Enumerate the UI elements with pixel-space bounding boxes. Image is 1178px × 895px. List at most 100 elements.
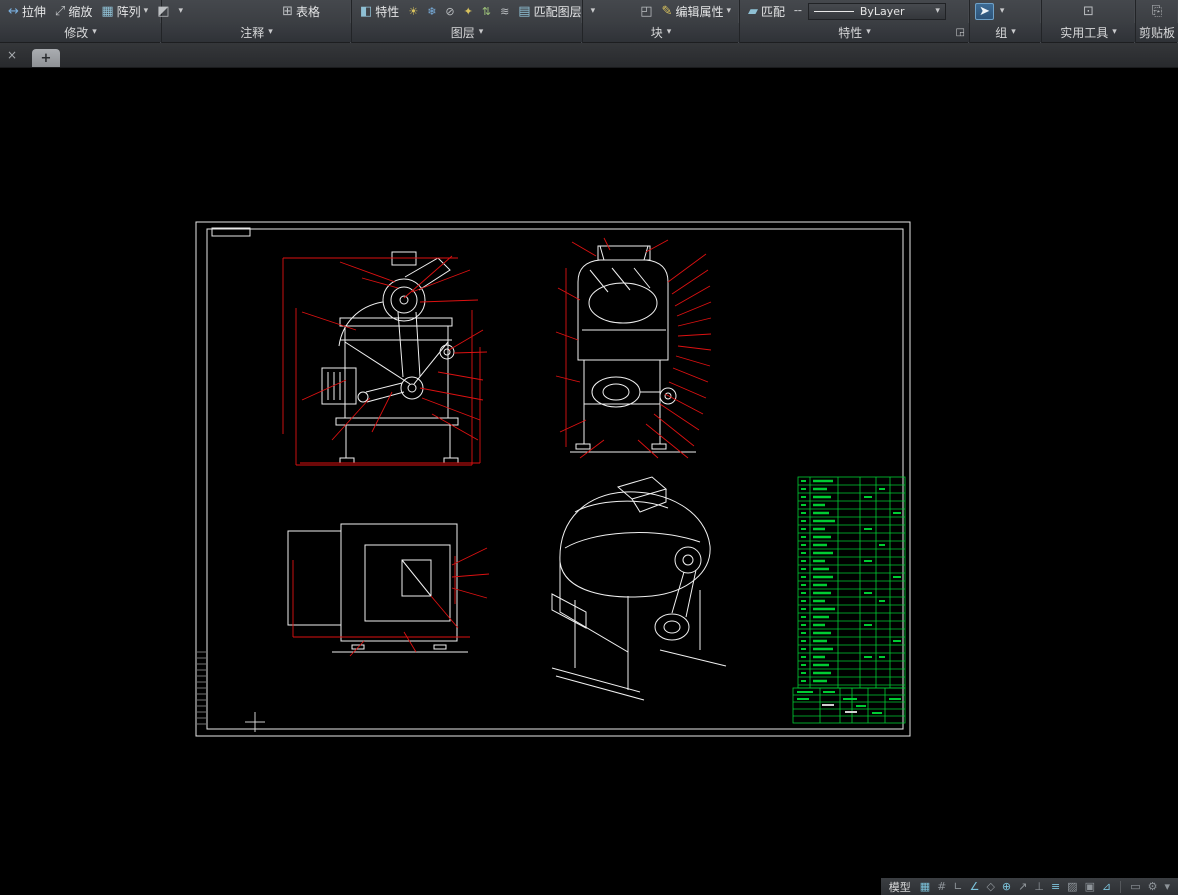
polar-icon[interactable]: ∠	[970, 881, 980, 892]
chevron-down-icon: ▾	[268, 27, 273, 37]
stretch-button[interactable]: ↔ 拉伸	[5, 2, 49, 21]
tray-menu-icon[interactable]: ▾	[1164, 881, 1170, 892]
close-icon[interactable]: ×	[4, 47, 20, 63]
match-properties-label: 匹配	[761, 5, 786, 19]
panel-title-utilities[interactable]: 实用工具 ▾	[1042, 23, 1135, 42]
ribbon-panel-clipboard: ⎘ 剪贴板	[1136, 0, 1178, 43]
panel-label-properties: 特性	[838, 26, 863, 40]
calculator-icon: ⊡	[1083, 4, 1094, 19]
chevron-down-icon: ▾	[726, 6, 731, 16]
paste-button[interactable]: ⎘	[1149, 4, 1165, 19]
autocad-window: ↔ 拉伸 ⤢ 缩放 ▦ 阵列 ▾ ◩ ▾ 修改 ▾ ⊞ 表格 注释 ▾ ◧ 特性…	[0, 0, 1178, 895]
chevron-down-icon: ▾	[999, 6, 1005, 16]
panel-title-annotate[interactable]: 注释 ▾	[162, 23, 351, 42]
calculator-button[interactable]: ⊡	[1080, 4, 1097, 19]
edit-attributes-label: 编辑属性	[675, 5, 724, 19]
snap-icon[interactable]: #	[937, 881, 946, 892]
layer-properties-label: 特性	[375, 5, 400, 19]
annotation-icon[interactable]: ▭	[1130, 881, 1140, 892]
otrack-icon[interactable]: ↗	[1018, 881, 1027, 892]
linetype-select[interactable]: ByLayer ▾	[807, 3, 946, 20]
insert-block-button[interactable]: ◰	[637, 4, 655, 19]
layer-on-icon: ☀	[408, 5, 419, 18]
stretch-icon: ↔	[8, 4, 19, 19]
linetype-dash-icon: ╌	[794, 4, 802, 19]
lineweight-icon[interactable]: ▨	[1067, 881, 1077, 892]
file-tab-bar: × +	[0, 43, 1178, 68]
layer-walk-icon: ≋	[500, 5, 510, 18]
ortho-icon[interactable]: ∟	[953, 881, 962, 892]
chevron-down-icon: ▾	[92, 27, 97, 37]
layer-on-button[interactable]: ☀	[405, 5, 421, 18]
match-layer-button[interactable]: ▤ 匹配图层	[515, 2, 584, 21]
clipboard-tools-row: ⎘	[1136, 0, 1178, 23]
panel-title-modify[interactable]: 修改 ▾	[0, 23, 161, 42]
group-tools-row: ➤ ▾	[970, 0, 1041, 23]
chevron-down-icon: ▾	[935, 6, 940, 16]
edit-attributes-icon: ✎	[661, 4, 673, 19]
quickprops-icon[interactable]: ⊿	[1102, 881, 1111, 892]
modify-tools-row: ↔ 拉伸 ⤢ 缩放 ▦ 阵列 ▾ ◩ ▾	[0, 0, 183, 23]
edit-attributes-button[interactable]: ✎ 编辑属性 ▾	[659, 2, 734, 21]
status-bar-tray: 模型 ▦ # ∟ ∠ ◇ ⊕ ↗ ⊥ ≡ ▨ ▣ ⊿ ▭ ⚙ ▾	[880, 878, 1178, 895]
linetype-preview-icon	[813, 11, 854, 12]
ribbon-panel-properties: ▰ 匹配 ╌ ByLayer ▾ 特性 ▾ ◲	[740, 0, 970, 43]
chevron-down-icon: ▾	[478, 27, 484, 37]
layer-properties-icon: ◧	[360, 4, 373, 19]
transparency-icon[interactable]: ▣	[1085, 881, 1095, 892]
layer-properties-button[interactable]: ◧ 特性	[357, 2, 402, 21]
panel-label-annotate: 注释	[240, 26, 265, 40]
osnap-icon[interactable]: ⊕	[1002, 881, 1011, 892]
status-separator	[1120, 880, 1122, 893]
layer-freeze-button[interactable]: ❄	[424, 5, 439, 18]
grid-icon[interactable]: ▦	[920, 881, 930, 892]
panel-label-layers: 图层	[450, 26, 475, 40]
array-button[interactable]: ▦ 阵列 ▾	[98, 2, 151, 21]
model-tab[interactable]: 模型	[889, 879, 911, 895]
panel-title-properties[interactable]: 特性 ▾ ◲	[740, 23, 969, 42]
match-properties-button[interactable]: ▰ 匹配	[745, 2, 788, 21]
table-label: 表格	[295, 5, 320, 19]
rear-view	[287, 523, 468, 653]
panel-title-group[interactable]: 组 ▾	[970, 23, 1041, 42]
ribbon-panel-block: ◰ ✎ 编辑属性 ▾ 块 ▾	[583, 0, 740, 43]
ribbon-panel-group: ➤ ▾ 组 ▾	[970, 0, 1042, 43]
paste-icon: ⎘	[1151, 4, 1163, 19]
panel-label-block: 块	[650, 26, 663, 40]
table-icon: ⊞	[282, 4, 293, 19]
ribbon-panel-utilities: ⊡ 实用工具 ▾	[1042, 0, 1136, 43]
status-bar: 模型 ▦ # ∟ ∠ ◇ ⊕ ↗ ⊥ ≡ ▨ ▣ ⊿ ▭ ⚙ ▾	[0, 878, 1178, 895]
title-block	[792, 687, 906, 724]
new-tab-button[interactable]: +	[32, 49, 60, 67]
scale-icon: ⤢	[54, 4, 66, 19]
chevron-down-icon: ▾	[1112, 27, 1117, 37]
match-properties-icon: ▰	[748, 4, 758, 19]
layer-lock-button[interactable]: ⊘	[442, 5, 457, 18]
layer-walk-button[interactable]: ≋	[497, 5, 512, 18]
isometric-view	[551, 476, 727, 701]
panel-title-layers[interactable]: 图层 ▾	[352, 23, 582, 42]
chevron-down-icon: ▾	[1011, 27, 1016, 37]
group-select-button[interactable]: ➤	[975, 3, 994, 20]
table-button[interactable]: ⊞ 表格	[279, 2, 323, 21]
settings-gear-icon[interactable]: ⚙	[1148, 881, 1158, 892]
panel-title-clipboard[interactable]: 剪贴板	[1136, 23, 1178, 42]
front-view-annotations	[282, 255, 488, 466]
dialog-launcher-icon[interactable]: ◲	[956, 27, 965, 38]
ribbon: ↔ 拉伸 ⤢ 缩放 ▦ 阵列 ▾ ◩ ▾ 修改 ▾ ⊞ 表格 注释 ▾ ◧ 特性…	[0, 0, 1178, 43]
stretch-label: 拉伸	[21, 5, 46, 19]
drawing-canvas[interactable]	[0, 68, 1178, 878]
ducs-icon[interactable]: ⊥	[1034, 881, 1044, 892]
layer-unisolate-button[interactable]: ⇅	[479, 5, 494, 18]
scale-button[interactable]: ⤢ 缩放	[52, 2, 95, 21]
layer-isolate-button[interactable]: ✦	[461, 5, 476, 18]
annotate-tools-row: ⊞ 表格	[162, 0, 351, 23]
utilities-tools-row: ⊡	[1042, 0, 1135, 23]
ribbon-panel-annotate: ⊞ 表格 注释 ▾	[162, 0, 352, 43]
group-more-button[interactable]: ▾	[997, 6, 1008, 17]
infer-icon[interactable]: ◇	[986, 881, 994, 892]
panel-title-block[interactable]: 块 ▾	[583, 23, 739, 42]
linetype-dash-button[interactable]: ╌	[791, 4, 805, 19]
array-label: 阵列	[116, 5, 141, 19]
dyninput-icon[interactable]: ≡	[1051, 881, 1060, 892]
